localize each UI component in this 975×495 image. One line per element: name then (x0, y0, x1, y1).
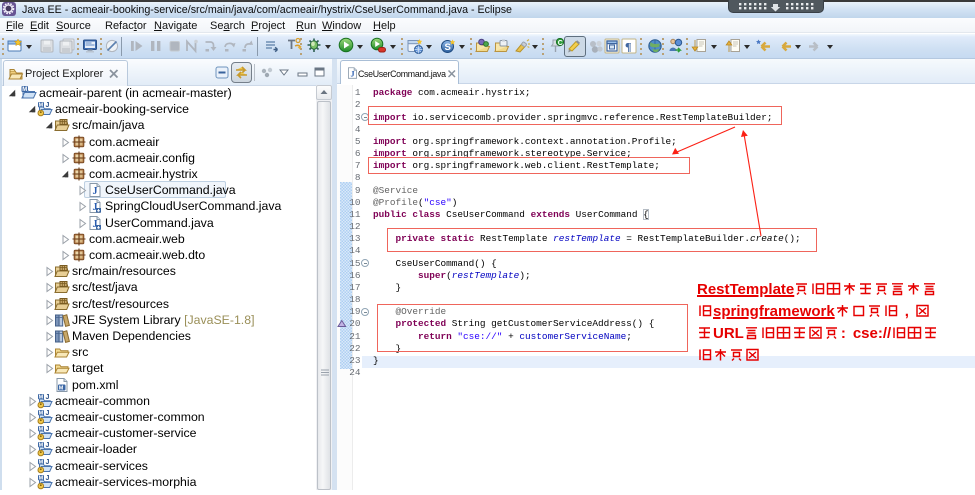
svg-text:M: M (39, 475, 44, 481)
svg-text:J: J (350, 69, 354, 78)
svg-text:J: J (46, 394, 50, 401)
svg-text:J: J (46, 442, 50, 449)
svg-text:M: M (39, 443, 44, 449)
svg-text:M: M (39, 103, 44, 109)
svg-text:J: J (46, 410, 50, 417)
svg-text:C: C (558, 40, 563, 47)
svg-text:M: M (39, 427, 44, 433)
svg-text:J: J (46, 475, 50, 482)
svg-text:J: J (46, 459, 50, 466)
svg-text:J: J (93, 186, 98, 197)
svg-text:M: M (22, 87, 27, 93)
svg-text:S: S (445, 42, 451, 53)
svg-text:M: M (39, 394, 44, 400)
svg-text:M: M (59, 385, 64, 391)
svg-text:J: J (46, 102, 50, 109)
svg-text:M: M (39, 459, 44, 465)
svg-text:¶: ¶ (625, 40, 631, 54)
svg-text:J: J (46, 426, 50, 433)
svg-text:M: M (39, 411, 44, 417)
